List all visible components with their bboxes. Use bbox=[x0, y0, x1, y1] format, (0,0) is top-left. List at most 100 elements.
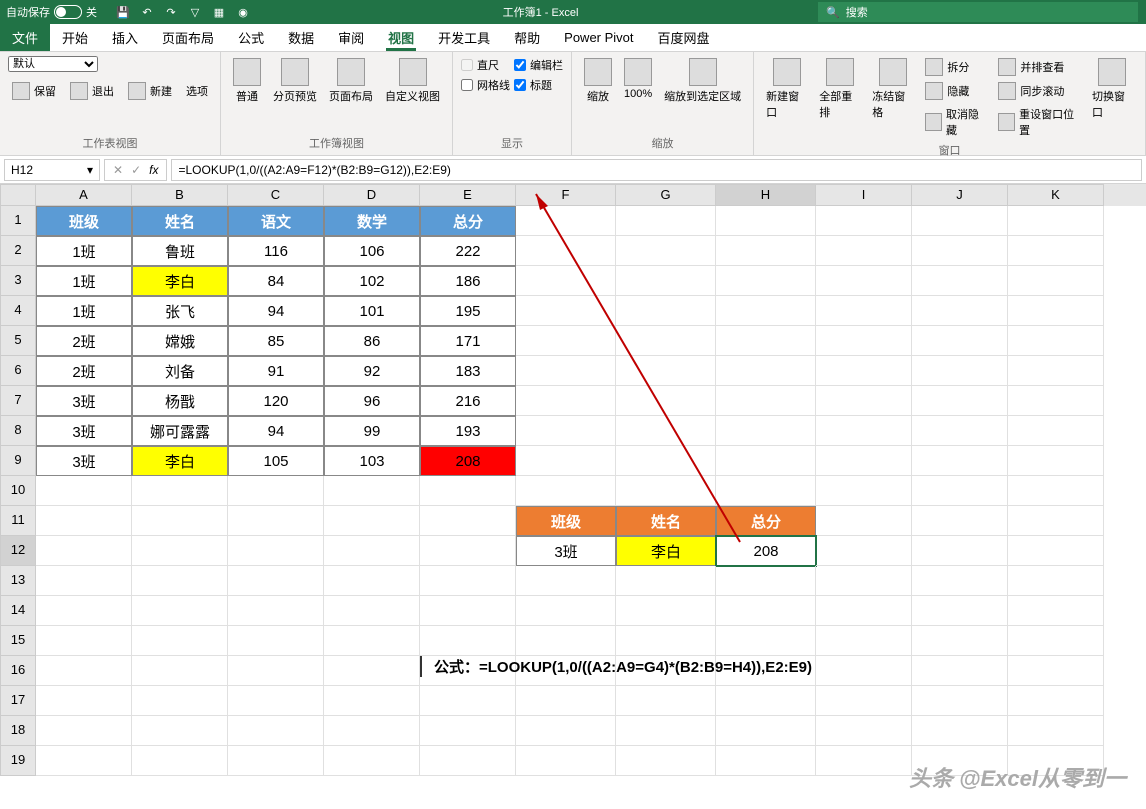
cell[interactable]: 李白 bbox=[132, 446, 228, 476]
tab-formulas[interactable]: 公式 bbox=[226, 24, 276, 51]
cell[interactable] bbox=[912, 626, 1008, 656]
row-header[interactable]: 9 bbox=[0, 446, 36, 476]
cell[interactable] bbox=[816, 386, 912, 416]
cell[interactable]: 语文 bbox=[228, 206, 324, 236]
ruler-check[interactable]: 直尺 bbox=[461, 56, 510, 74]
cell[interactable] bbox=[420, 746, 516, 776]
gridlines-check[interactable]: 网格线 bbox=[461, 76, 510, 94]
row-header[interactable]: 4 bbox=[0, 296, 36, 326]
cell[interactable] bbox=[516, 626, 616, 656]
row-header[interactable]: 15 bbox=[0, 626, 36, 656]
custom-button[interactable]: 自定义视图 bbox=[381, 56, 444, 106]
cell[interactable] bbox=[420, 506, 516, 536]
row-header[interactable]: 13 bbox=[0, 566, 36, 596]
cell[interactable] bbox=[716, 356, 816, 386]
cell[interactable] bbox=[228, 566, 324, 596]
cell[interactable] bbox=[132, 596, 228, 626]
tab-data[interactable]: 数据 bbox=[276, 24, 326, 51]
tab-home[interactable]: 开始 bbox=[50, 24, 100, 51]
cell[interactable] bbox=[912, 596, 1008, 626]
table-icon[interactable]: ▦ bbox=[211, 4, 227, 20]
zoom-selection-button[interactable]: 缩放到选定区域 bbox=[660, 56, 745, 106]
cell[interactable] bbox=[616, 596, 716, 626]
cell[interactable] bbox=[912, 566, 1008, 596]
reset-button[interactable]: 重设窗口位置 bbox=[994, 104, 1084, 140]
new-button[interactable]: 新建 bbox=[124, 80, 176, 102]
autosave-toggle[interactable]: 自动保存 关 bbox=[0, 4, 103, 20]
row-header[interactable]: 8 bbox=[0, 416, 36, 446]
keep-button[interactable]: 保留 bbox=[8, 80, 60, 102]
cell[interactable] bbox=[516, 236, 616, 266]
freeze-button[interactable]: 冻结窗格 bbox=[868, 56, 917, 122]
cell[interactable]: 2班 bbox=[36, 356, 132, 386]
cell[interactable] bbox=[816, 236, 912, 266]
cell[interactable]: 222 bbox=[420, 236, 516, 266]
cell[interactable] bbox=[132, 506, 228, 536]
cell[interactable] bbox=[324, 566, 420, 596]
cell[interactable] bbox=[816, 296, 912, 326]
cell[interactable] bbox=[816, 416, 912, 446]
switch-button[interactable]: 切换窗口 bbox=[1088, 56, 1137, 122]
cell[interactable] bbox=[420, 566, 516, 596]
cell[interactable] bbox=[36, 596, 132, 626]
cell[interactable] bbox=[912, 686, 1008, 716]
cell[interactable]: 103 bbox=[324, 446, 420, 476]
cell[interactable] bbox=[420, 626, 516, 656]
cell[interactable]: 数学 bbox=[324, 206, 420, 236]
col-header[interactable]: J bbox=[912, 184, 1008, 206]
cell[interactable]: 李白 bbox=[132, 266, 228, 296]
cell[interactable] bbox=[616, 566, 716, 596]
cell[interactable] bbox=[516, 446, 616, 476]
cell[interactable] bbox=[716, 296, 816, 326]
cell[interactable] bbox=[616, 386, 716, 416]
cell[interactable] bbox=[324, 506, 420, 536]
camera-icon[interactable]: ◉ bbox=[235, 4, 251, 20]
cell[interactable] bbox=[816, 626, 912, 656]
cell[interactable] bbox=[516, 266, 616, 296]
tab-review[interactable]: 审阅 bbox=[326, 24, 376, 51]
cell[interactable]: 1班 bbox=[36, 266, 132, 296]
col-header[interactable]: I bbox=[816, 184, 912, 206]
cell[interactable]: 姓名 bbox=[132, 206, 228, 236]
enter-icon[interactable]: ✓ bbox=[131, 163, 141, 177]
cell[interactable]: 208 bbox=[716, 536, 816, 566]
tab-help[interactable]: 帮助 bbox=[502, 24, 552, 51]
cell[interactable] bbox=[716, 236, 816, 266]
cell[interactable] bbox=[132, 746, 228, 776]
cell[interactable] bbox=[228, 656, 324, 686]
hide-button[interactable]: 隐藏 bbox=[921, 80, 990, 102]
cell[interactable] bbox=[1008, 536, 1104, 566]
cell[interactable] bbox=[516, 686, 616, 716]
cell[interactable]: 193 bbox=[420, 416, 516, 446]
row-header[interactable]: 19 bbox=[0, 746, 36, 776]
cell[interactable]: 94 bbox=[228, 416, 324, 446]
cell[interactable]: 92 bbox=[324, 356, 420, 386]
options-button[interactable]: 选项 bbox=[182, 80, 212, 102]
cell[interactable]: 116 bbox=[228, 236, 324, 266]
cell[interactable] bbox=[516, 356, 616, 386]
cell[interactable] bbox=[816, 446, 912, 476]
cell[interactable]: 216 bbox=[420, 386, 516, 416]
cell[interactable] bbox=[1008, 416, 1104, 446]
cell[interactable] bbox=[1008, 386, 1104, 416]
cell[interactable]: 刘备 bbox=[132, 356, 228, 386]
cell[interactable] bbox=[1008, 566, 1104, 596]
col-header[interactable]: B bbox=[132, 184, 228, 206]
cell[interactable] bbox=[912, 536, 1008, 566]
cell[interactable]: 总分 bbox=[420, 206, 516, 236]
cell[interactable] bbox=[912, 206, 1008, 236]
row-header[interactable]: 6 bbox=[0, 356, 36, 386]
cell[interactable] bbox=[716, 746, 816, 776]
tab-insert[interactable]: 插入 bbox=[100, 24, 150, 51]
cell[interactable] bbox=[228, 746, 324, 776]
cell[interactable] bbox=[616, 626, 716, 656]
cell[interactable] bbox=[912, 476, 1008, 506]
cell[interactable]: 1班 bbox=[36, 236, 132, 266]
cell[interactable] bbox=[716, 476, 816, 506]
row-header[interactable]: 12 bbox=[0, 536, 36, 566]
fx-icon[interactable]: fx bbox=[149, 163, 158, 177]
side-button[interactable]: 并排查看 bbox=[994, 56, 1084, 78]
cell[interactable] bbox=[132, 626, 228, 656]
cell[interactable] bbox=[36, 626, 132, 656]
cell[interactable] bbox=[36, 566, 132, 596]
